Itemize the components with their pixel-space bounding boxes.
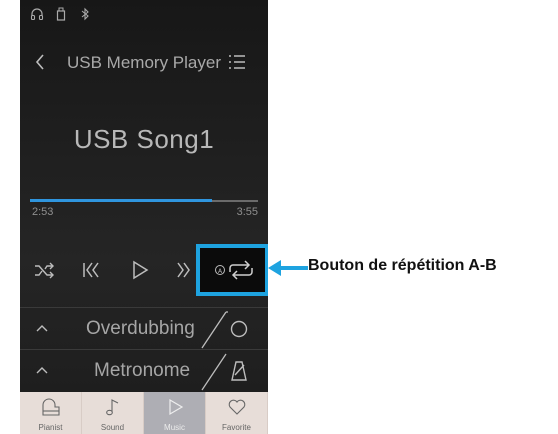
header: USB Memory Player [20, 45, 268, 79]
chevron-up-icon [36, 325, 48, 332]
shuffle-icon[interactable] [32, 257, 58, 283]
playback-controls: A [20, 244, 268, 296]
metronome-icon[interactable] [227, 359, 251, 383]
divider-slash [201, 353, 227, 391]
tab-music[interactable]: Music [144, 392, 206, 434]
ab-repeat-icon[interactable]: A [212, 257, 256, 283]
piano-icon [41, 398, 60, 416]
fast-forward-icon[interactable] [172, 257, 198, 283]
bluetooth-icon [81, 7, 89, 21]
panel-label: Overdubbing [86, 318, 195, 339]
panel-metronome[interactable]: Metronome [20, 349, 268, 392]
page-title: USB Memory Player [67, 53, 221, 72]
tab-pianist[interactable]: Pianist [20, 392, 82, 434]
progress-bar[interactable] [30, 199, 258, 203]
tab-favorite[interactable]: Favorite [206, 392, 268, 434]
status-bar [30, 6, 92, 22]
tab-label: Music [164, 423, 185, 432]
tab-label: Sound [100, 423, 125, 432]
list-icon[interactable] [226, 51, 248, 73]
chevron-up-icon [36, 367, 48, 374]
play-icon[interactable] [127, 257, 153, 283]
rewind-icon[interactable] [78, 257, 104, 283]
tab-label: Favorite [222, 423, 251, 432]
progress-fill [30, 199, 213, 202]
elapsed-time: 2:53 [32, 206, 54, 218]
record-circle-icon[interactable] [227, 317, 251, 341]
phone-screen: USB Memory Player USB Song1 2:53 3:55 A … [20, 0, 268, 434]
music-note-icon [105, 399, 118, 416]
total-time: 3:55 [236, 206, 258, 218]
panel-overdubbing[interactable]: Overdubbing [20, 307, 268, 350]
heart-icon [228, 399, 245, 415]
tab-bar: Pianist Sound Music Favorite [20, 392, 268, 434]
usb-icon [56, 7, 66, 21]
annotation-arrow-icon [268, 260, 308, 276]
song-title: USB Song1 [73, 124, 215, 154]
panel-label: Metronome [94, 360, 191, 381]
headphones-icon [30, 8, 44, 21]
tab-label: Pianist [38, 423, 63, 432]
back-button[interactable] [31, 51, 49, 73]
play-icon [168, 398, 183, 416]
annotation-label: Bouton de répétition A-B [308, 257, 497, 274]
divider-slash [201, 311, 228, 349]
tab-sound[interactable]: Sound [82, 392, 144, 434]
